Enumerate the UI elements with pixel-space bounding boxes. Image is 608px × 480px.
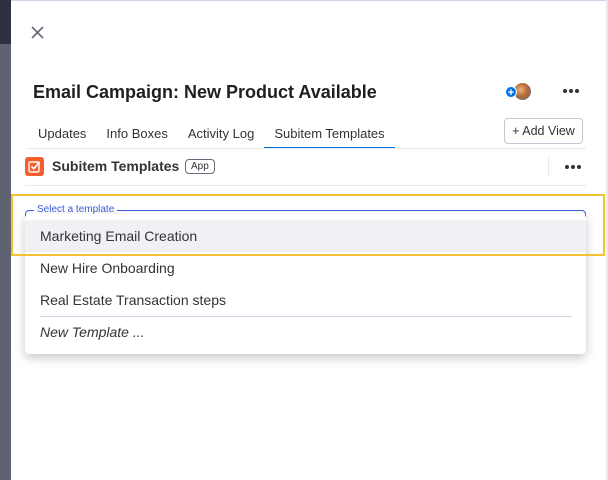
template-option-new-hire-onboarding[interactable]: New Hire Onboarding [25, 252, 586, 284]
subscribers-button[interactable]: + [505, 82, 535, 102]
background-header-edge [0, 0, 11, 44]
subitem-templates-app-icon [25, 157, 44, 176]
new-template-option[interactable]: New Template ... [25, 316, 586, 348]
close-icon [31, 26, 44, 39]
add-subscriber-icon: + [505, 86, 517, 99]
more-dot-icon [571, 165, 575, 169]
more-dot-icon [575, 89, 579, 93]
app-header: Subitem Templates App [25, 156, 585, 178]
more-dot-icon [577, 165, 581, 169]
item-title: Email Campaign: New Product Available [33, 82, 377, 102]
app-header-border [25, 185, 586, 186]
app-badge: App [185, 159, 215, 174]
more-dot-icon [565, 165, 569, 169]
app-more-options-button[interactable] [562, 160, 584, 174]
panel-top-border [11, 0, 608, 1]
add-view-button[interactable]: + Add View [504, 118, 583, 144]
tab-updates[interactable]: Updates [28, 120, 96, 149]
tabs-divider [28, 148, 586, 149]
template-option-marketing-email-creation[interactable]: Marketing Email Creation [25, 220, 586, 252]
app-title: Subitem Templates [52, 158, 180, 174]
tab-subitem-templates[interactable]: Subitem Templates [264, 120, 396, 149]
template-option-real-estate-transaction-steps[interactable]: Real Estate Transaction steps [25, 284, 586, 316]
checkbox-icon [28, 161, 41, 173]
template-dropdown-menu: Marketing Email Creation New Hire Onboar… [25, 214, 586, 354]
background-board-edge [0, 0, 11, 480]
tab-info-boxes[interactable]: Info Boxes [96, 120, 177, 149]
item-tabs: Updates Info Boxes Activity Log Subitem … [28, 120, 396, 149]
item-more-options-button[interactable] [560, 84, 582, 98]
close-button[interactable] [28, 23, 48, 43]
more-dot-icon [569, 89, 573, 93]
more-dot-icon [563, 89, 567, 93]
app-header-divider [548, 156, 549, 176]
tab-activity-log[interactable]: Activity Log [178, 120, 264, 149]
